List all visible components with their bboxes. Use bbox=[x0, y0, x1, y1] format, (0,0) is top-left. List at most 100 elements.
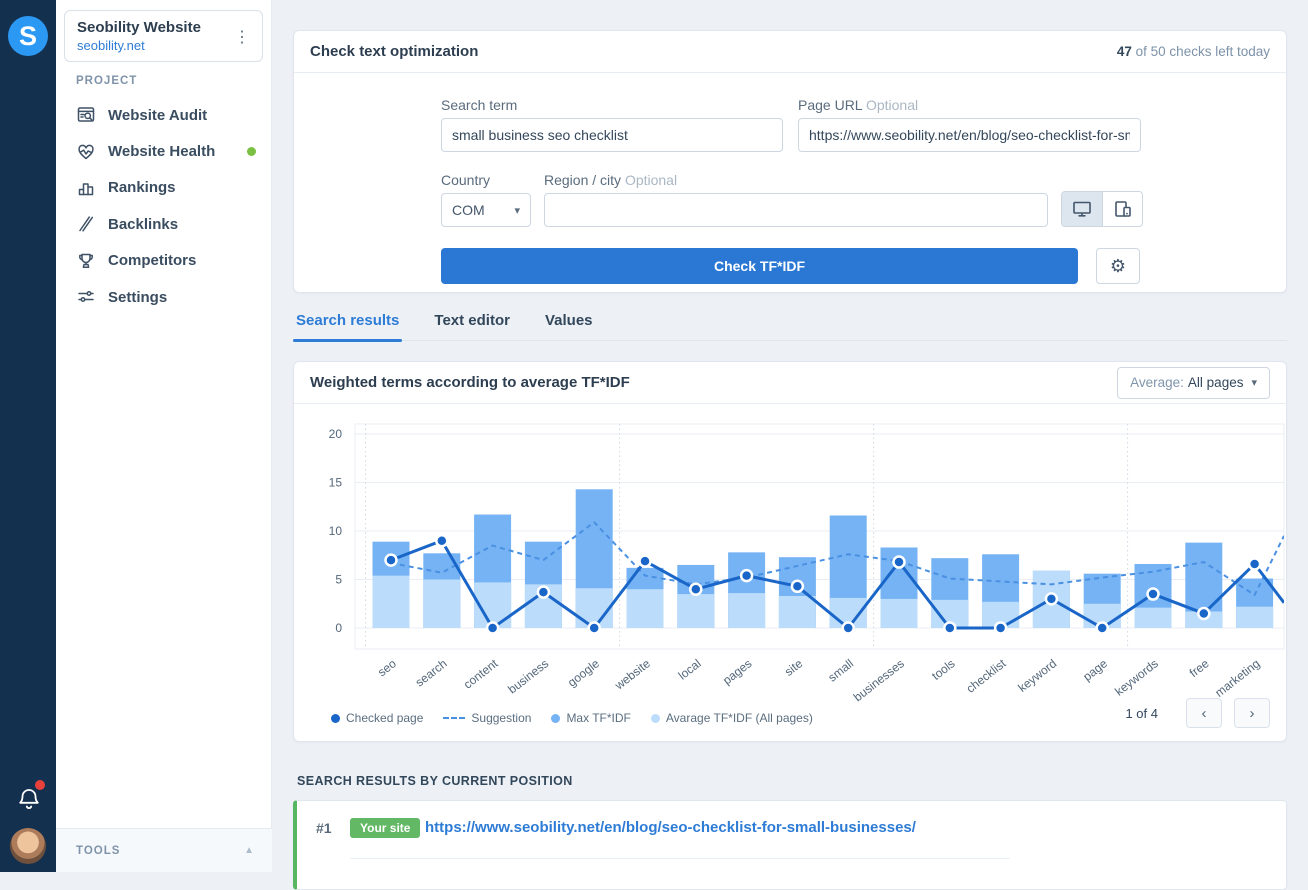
tools-section-toggle[interactable]: TOOLS ▲ bbox=[56, 828, 272, 872]
project-section-label: PROJECT bbox=[76, 75, 137, 87]
sidebar-item-competitors[interactable]: Competitors bbox=[56, 243, 272, 279]
website-audit-icon bbox=[76, 105, 96, 125]
bell-icon bbox=[17, 786, 41, 812]
region-label: Region / city Optional bbox=[544, 172, 677, 188]
bar-avg-tfidf bbox=[627, 589, 664, 628]
checked-page-marker bbox=[741, 570, 752, 581]
legend-avg-tfidf: Avarage TF*IDF (All pages) bbox=[651, 711, 813, 725]
project-title: Seobility Website bbox=[77, 19, 252, 37]
result-url-link[interactable]: https://www.seobility.net/en/blog/seo-ch… bbox=[425, 819, 916, 836]
x-category-label: website bbox=[611, 656, 653, 693]
bar-avg-tfidf bbox=[728, 593, 765, 628]
seobility-logo-icon[interactable]: S bbox=[8, 16, 48, 56]
bar-avg-tfidf bbox=[881, 599, 918, 628]
pager-prev-button[interactable]: ‹ bbox=[1186, 698, 1222, 728]
tab-values[interactable]: Values bbox=[542, 310, 596, 340]
region-city-input[interactable] bbox=[544, 193, 1048, 227]
x-category-label: small bbox=[825, 656, 856, 684]
checked-page-marker bbox=[1097, 623, 1108, 634]
checked-page-marker bbox=[1198, 608, 1209, 619]
your-site-badge: Your site bbox=[350, 818, 420, 838]
result-position: #1 bbox=[316, 820, 332, 836]
x-category-label: site bbox=[782, 656, 806, 679]
bar-avg-tfidf bbox=[373, 576, 410, 628]
sidebar-item-label: Rankings bbox=[108, 179, 176, 196]
app-rail: S bbox=[0, 0, 56, 872]
page-url-label: Page URL Optional bbox=[798, 97, 918, 113]
x-category-label: tools bbox=[929, 656, 958, 683]
search-term-label: Search term bbox=[441, 97, 517, 113]
checked-page-marker bbox=[690, 584, 701, 595]
bar-avg-tfidf bbox=[677, 594, 714, 628]
y-tick-label: 5 bbox=[335, 573, 342, 587]
x-category-label: local bbox=[676, 656, 704, 682]
collapse-caret-icon: ▲ bbox=[244, 845, 254, 856]
x-category-label: pages bbox=[720, 656, 754, 687]
weighted-terms-panel: Weighted terms according to average TF*I… bbox=[293, 361, 1287, 742]
page-url-input[interactable] bbox=[798, 118, 1141, 152]
tab-text-editor[interactable]: Text editor bbox=[431, 310, 513, 340]
legend-dot-icon bbox=[651, 714, 660, 723]
checked-page-marker bbox=[589, 623, 600, 634]
project-sidebar: Seobility Website seobility.net ⋮ PROJEC… bbox=[56, 0, 272, 872]
search-term-input[interactable] bbox=[441, 118, 783, 152]
sidebar-item-backlinks[interactable]: Backlinks bbox=[56, 206, 272, 242]
bar-avg-tfidf bbox=[1236, 607, 1273, 628]
country-select[interactable]: COM ▾ bbox=[441, 193, 531, 227]
tab-search-results[interactable]: Search results bbox=[293, 310, 402, 340]
checked-page-marker bbox=[386, 555, 397, 566]
checked-page-marker bbox=[436, 535, 447, 546]
sidebar-item-website-audit[interactable]: Website Audit bbox=[56, 97, 272, 133]
checked-page-marker bbox=[1148, 589, 1159, 600]
health-status-dot bbox=[247, 147, 256, 156]
desktop-icon bbox=[1072, 200, 1092, 218]
chart-title: Weighted terms according to average TF*I… bbox=[310, 374, 630, 391]
notifications-button[interactable] bbox=[17, 786, 41, 812]
settings-gear-button[interactable]: ⚙ bbox=[1096, 248, 1140, 284]
chart-pager: 1 of 4 ‹ › bbox=[1125, 698, 1270, 728]
y-tick-label: 10 bbox=[329, 524, 343, 538]
checked-page-marker bbox=[1046, 593, 1057, 604]
gear-icon: ⚙ bbox=[1110, 256, 1126, 277]
website-health-icon bbox=[76, 142, 96, 162]
x-category-label: search bbox=[413, 656, 450, 689]
x-category-label: google bbox=[565, 656, 602, 689]
country-label: Country bbox=[441, 172, 490, 188]
mobile-toggle-button[interactable] bbox=[1102, 192, 1142, 226]
y-tick-label: 20 bbox=[329, 427, 343, 441]
pager-next-button[interactable]: › bbox=[1234, 698, 1270, 728]
sidebar-item-label: Backlinks bbox=[108, 216, 178, 233]
project-switcher[interactable]: Seobility Website seobility.net ⋮ bbox=[64, 10, 263, 62]
desktop-toggle-button[interactable] bbox=[1062, 192, 1102, 226]
user-avatar[interactable] bbox=[10, 828, 46, 864]
chevron-down-icon: ▾ bbox=[1251, 376, 1257, 389]
project-menu-kebab-icon[interactable]: ⋮ bbox=[230, 25, 254, 49]
legend-dot-icon bbox=[551, 714, 560, 723]
checked-page-marker bbox=[538, 587, 549, 598]
x-category-label: page bbox=[1080, 656, 1110, 684]
mobile-tablet-icon bbox=[1113, 200, 1133, 218]
bar-avg-tfidf bbox=[1135, 608, 1172, 628]
project-domain[interactable]: seobility.net bbox=[77, 37, 252, 54]
sidebar-item-label: Settings bbox=[108, 289, 167, 306]
checked-page-marker bbox=[944, 623, 955, 634]
sidebar-item-website-health[interactable]: Website Health bbox=[56, 133, 272, 169]
results-tabs: Search results Text editor Values bbox=[293, 310, 1287, 341]
notification-badge-dot bbox=[35, 780, 45, 790]
sidebar-item-rankings[interactable]: Rankings bbox=[56, 170, 272, 206]
sidebar-item-settings[interactable]: Settings bbox=[56, 279, 272, 315]
tools-label: TOOLS bbox=[76, 845, 120, 857]
legend-suggestion: Suggestion bbox=[443, 711, 531, 725]
bar-avg-tfidf bbox=[423, 580, 460, 629]
main-content: Check text optimization 47 of 50 checks … bbox=[272, 0, 1308, 872]
quota-value: 47 bbox=[1117, 44, 1132, 59]
checked-page-marker bbox=[843, 623, 854, 634]
checked-page-marker bbox=[792, 581, 803, 592]
sidebar-item-label: Website Health bbox=[108, 143, 215, 160]
chart-legend: Checked page Suggestion Max TF*IDF Avara… bbox=[331, 711, 833, 725]
check-tfidf-button[interactable]: Check TF*IDF bbox=[441, 248, 1078, 284]
results-section-heading: SEARCH RESULTS BY CURRENT POSITION bbox=[297, 774, 573, 788]
x-category-label: checklist bbox=[964, 656, 1009, 696]
checked-page-marker bbox=[894, 557, 905, 568]
average-select[interactable]: Average: All pages ▾ bbox=[1117, 367, 1270, 399]
